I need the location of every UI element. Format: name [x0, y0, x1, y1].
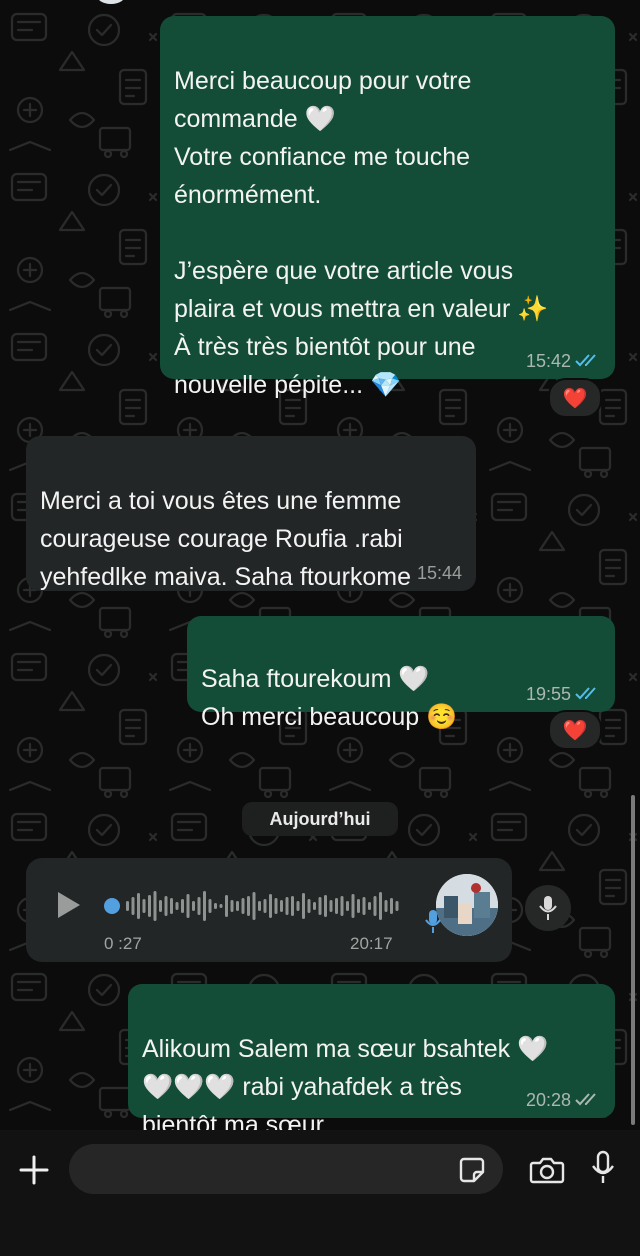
- camera-icon: [529, 1157, 565, 1184]
- chat-screen: Merci beaucoup pour votre commande 🤍 Vot…: [0, 0, 640, 1256]
- waveform-bar: [170, 898, 173, 914]
- waveform-bar: [269, 894, 272, 918]
- sticker-button[interactable]: [456, 1156, 488, 1184]
- microphone-icon: [592, 1150, 614, 1183]
- waveform-bar: [186, 894, 190, 918]
- waveform-bar: [395, 901, 399, 911]
- waveform-bar: [379, 892, 382, 920]
- waveform-bar: [296, 901, 300, 911]
- waveform-bar: [197, 897, 201, 915]
- waveform-bar: [291, 896, 294, 916]
- waveform-bar: [362, 897, 366, 915]
- waveform-bar: [203, 891, 206, 921]
- date-divider: Aujourd’hui: [242, 802, 398, 836]
- waveform-bar: [208, 899, 212, 913]
- waveform-bar: [258, 901, 261, 911]
- waveform-bar: [285, 897, 289, 915]
- playhead[interactable]: [104, 898, 120, 914]
- incoming-message[interactable]: Merci a toi vous êtes une femme courageu…: [26, 436, 476, 591]
- waveform-bar: [159, 900, 162, 912]
- message-time: 19:55: [525, 684, 571, 704]
- waveform-bar: [280, 900, 283, 912]
- waveform-bar: [247, 896, 250, 916]
- waveform-bar: [131, 897, 135, 915]
- record-voice-button[interactable]: [588, 1148, 618, 1188]
- read-ticks-icon: [575, 687, 596, 700]
- waveform-bar: [175, 902, 179, 910]
- waveform-bar: [164, 896, 168, 916]
- voice-time: 20:17: [350, 934, 393, 953]
- read-ticks-icon: [575, 354, 596, 367]
- camera-button[interactable]: [528, 1152, 566, 1188]
- message-time: 20:28: [525, 1090, 571, 1110]
- message-text: Alikoum Salem ma sœur bsahtek 🤍 🤍🤍🤍 rabi…: [142, 1035, 549, 1139]
- waveform-bar: [236, 901, 239, 911]
- message-list[interactable]: Merci beaucoup pour votre commande 🤍 Vot…: [0, 0, 640, 1139]
- outgoing-message[interactable]: Merci beaucoup pour votre commande 🤍 Vot…: [160, 16, 615, 399]
- message-input[interactable]: [69, 1144, 503, 1194]
- waveform-bar: [373, 896, 377, 916]
- waveform-bar: [346, 901, 349, 911]
- waveform-bar: [263, 899, 267, 913]
- waveform-bar: [384, 900, 388, 912]
- waveform[interactable]: [104, 884, 404, 928]
- waveform-bar: [302, 893, 305, 919]
- waveform-bar: [142, 899, 146, 913]
- avatar-image: [436, 874, 498, 936]
- voice-reply-button[interactable]: [525, 885, 571, 931]
- waveform-bar: [148, 895, 151, 917]
- waveform-bar: [219, 904, 223, 908]
- message-text: Saha ftourekoum 🤍 Oh merci beaucoup ☺️: [201, 665, 458, 731]
- waveform-bar: [335, 898, 338, 914]
- waveform-bar: [126, 901, 129, 911]
- waveform-bar: [230, 900, 234, 912]
- waveform-bar: [390, 898, 393, 914]
- outgoing-message[interactable]: Alikoum Salem ma sœur bsahtek 🤍 🤍🤍🤍 rabi…: [128, 984, 615, 1139]
- waveform-bar: [225, 895, 228, 917]
- waveform-bar: [274, 898, 278, 914]
- sticker-icon: [459, 1157, 485, 1183]
- waveform-bar: [318, 897, 322, 915]
- waveform-bar: [181, 899, 184, 913]
- waveform-bar: [324, 895, 327, 917]
- message-meta: 19:55: [526, 684, 601, 704]
- reaction-badge[interactable]: ❤️: [548, 378, 602, 418]
- waveform-bar: [357, 899, 360, 913]
- heart-icon: ❤️: [562, 387, 588, 410]
- waveform-bar: [137, 893, 140, 919]
- waveform-bar: [192, 901, 195, 911]
- sender-avatar[interactable]: [436, 874, 498, 936]
- waveform-bar: [351, 894, 355, 918]
- message-meta: 20:28: [526, 1090, 601, 1110]
- waveform-bar: [368, 902, 371, 910]
- message-text: Merci beaucoup pour votre commande 🤍 Vot…: [174, 67, 549, 399]
- waveform-bar: [340, 896, 344, 916]
- waveform-bar: [307, 899, 311, 913]
- waveform-bar: [252, 892, 256, 920]
- attach-button[interactable]: [16, 1152, 52, 1188]
- waveform-bar: [214, 903, 217, 909]
- delivered-ticks-icon: [575, 1093, 596, 1106]
- message-meta: 15:42: [526, 351, 601, 371]
- plus-icon: [19, 1155, 49, 1185]
- waveform-bar: [153, 891, 157, 921]
- microphone-icon: [539, 896, 557, 920]
- play-icon[interactable]: [58, 892, 80, 918]
- outgoing-message[interactable]: Saha ftourekoum 🤍 Oh merci beaucoup ☺️ 1…: [187, 616, 615, 731]
- scrollbar[interactable]: [631, 795, 635, 1125]
- waveform-bar: [313, 902, 316, 910]
- message-time: 15:44: [416, 563, 462, 583]
- voice-duration: 0 :27: [104, 934, 142, 953]
- message-meta: 15:44: [417, 563, 462, 583]
- reaction-badge[interactable]: ❤️: [548, 710, 602, 750]
- message-time: 15:42: [525, 351, 571, 371]
- voice-mic-icon: [425, 910, 441, 933]
- waveform-bar: [241, 898, 245, 914]
- waveform-bar: [329, 900, 333, 912]
- message-text: Merci a toi vous êtes une femme courageu…: [40, 487, 412, 591]
- heart-icon: ❤️: [562, 719, 588, 742]
